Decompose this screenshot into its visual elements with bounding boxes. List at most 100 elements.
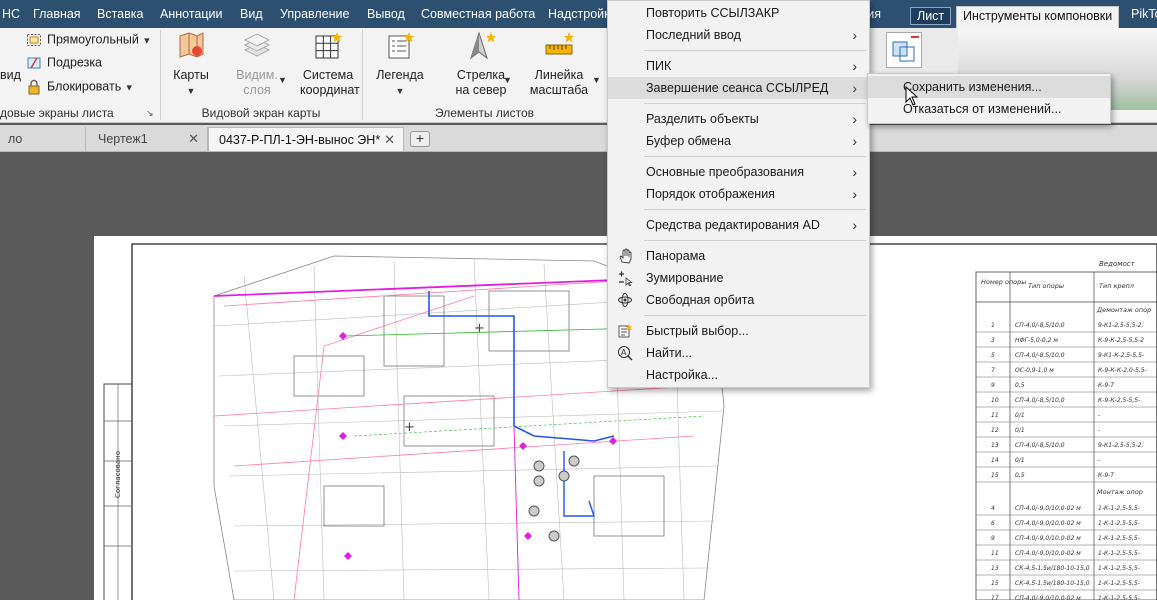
ribbon-tab-pikto[interactable]: PikTo	[1131, 5, 1157, 24]
maps-button[interactable]: Карты ▼	[168, 30, 214, 99]
doc-tab-label: Чертеж1	[98, 132, 148, 146]
table-header-3: Тип крепл	[1099, 282, 1134, 290]
zoom-icon	[619, 271, 633, 286]
doc-tab-label: 0437-Р-ПЛ-1-ЭН-вынос ЭН*	[219, 133, 381, 147]
ribbon-tab-output[interactable]: Вывод	[367, 5, 405, 24]
rectangular-label: Прямоугольный	[47, 32, 139, 47]
chevron-right-icon: ›	[852, 58, 857, 74]
context-menu-item[interactable]: Буфер обмена ›	[608, 130, 869, 152]
table-cell: 1	[991, 322, 995, 329]
doc-tab[interactable]: Чертеж1 ✕	[86, 127, 208, 151]
new-tab-button[interactable]: +	[410, 131, 430, 147]
table-cell: К-9-К-К-2,0-5,5-	[1098, 367, 1147, 374]
menu-item-label: Найти...	[646, 346, 693, 360]
chevron-right-icon: ›	[852, 217, 857, 233]
dropdown-caret-icon[interactable]: ▼	[278, 72, 287, 86]
close-icon[interactable]: ✕	[384, 128, 395, 152]
table-cell: 9	[991, 382, 995, 389]
close-icon[interactable]: ✕	[188, 127, 199, 151]
context-menu-item[interactable]: A Найти...	[608, 342, 869, 364]
lock-viewport-button[interactable]: Блокировать ▼	[26, 79, 134, 95]
rectangle-viewport-icon	[27, 34, 41, 46]
lock-label: Блокировать	[47, 79, 122, 94]
table-cell: 17	[991, 595, 999, 600]
panel-title-map-viewport: Видовой экран карты	[201, 106, 321, 120]
panel-launcher-icon[interactable]: ↘	[146, 108, 154, 119]
clip-viewport-button[interactable]: Подрезка	[26, 55, 102, 71]
menu-item-label: Разделить объекты	[646, 112, 759, 126]
context-menu-item[interactable]: Последний ввод ›	[608, 24, 869, 46]
context-menu-item[interactable]: Настройка...	[608, 364, 869, 386]
ribbon-tab-insert[interactable]: Вставка	[97, 5, 143, 24]
north-arrow-button[interactable]: Стрелка на север	[450, 30, 512, 98]
mouse-cursor-icon	[905, 86, 919, 106]
coordinate-system-button[interactable]: Система координат	[300, 30, 360, 98]
table-title: Ведомост	[1099, 260, 1136, 268]
table-section-2: Монтаж опор	[1097, 488, 1143, 496]
table-cell: 4	[991, 505, 995, 512]
ribbon-tab-layout[interactable]: Лист	[910, 7, 952, 25]
clip-label: Подрезка	[47, 55, 103, 70]
scale-bar-button[interactable]: Линейка масштаба	[528, 30, 590, 98]
svg-text:+: +	[404, 420, 415, 435]
context-menu-item[interactable]: Панорама	[608, 245, 869, 267]
doc-tab-active[interactable]: 0437-Р-ПЛ-1-ЭН-вынос ЭН* ✕	[208, 127, 404, 151]
context-menu-item[interactable]: Повторить ССЫЛЗАКР	[608, 2, 869, 24]
table-cell: 9	[991, 535, 995, 542]
named-view-button[interactable]: вид	[0, 68, 21, 82]
chevron-right-icon: ›	[852, 164, 857, 180]
ribbon-tab-annotate[interactable]: Аннотации	[160, 5, 222, 24]
svg-text:A: A	[621, 348, 627, 357]
chevron-right-icon: ›	[852, 111, 857, 127]
submenu-end-refedit: Сохранить изменения... Отказаться от изме…	[867, 73, 1111, 124]
ribbon-tab-home[interactable]: Главная	[33, 5, 81, 24]
context-menu-item[interactable]: Зумирование	[608, 267, 869, 289]
ribbon-tab-view[interactable]: Вид	[240, 5, 263, 24]
legend-button[interactable]: Легенда ▼	[372, 30, 428, 99]
doc-tab[interactable]: ло	[0, 127, 86, 151]
table-cell: 12	[991, 427, 999, 434]
pan-hand-icon	[619, 248, 632, 264]
table-cell: СП-4,0/-9,0/10,0-02 м	[1015, 505, 1081, 512]
ribbon-tab-addins[interactable]: Надстройк	[548, 5, 610, 24]
context-menu-item[interactable]: Разделить объекты ›	[608, 108, 869, 130]
table-cell: К-9-К-2,5-5,5-	[1098, 397, 1140, 404]
menu-separator	[644, 315, 866, 316]
context-menu-item[interactable]: ПИК ›	[608, 55, 869, 77]
north-arrow-label-2: на север	[455, 83, 507, 97]
visible-layers-label-2: слоя	[243, 83, 271, 97]
table-cell: 0,5	[1015, 382, 1025, 389]
context-menu-item[interactable]: Свободная орбита	[608, 289, 869, 311]
ribbon-tab-collaborate[interactable]: Совместная работа	[421, 5, 535, 24]
table-header-1: Номер опоры	[981, 278, 1026, 286]
context-menu-item[interactable]: Завершение сеанса ССЫЛРЕД ›	[608, 77, 869, 99]
menu-separator	[644, 50, 866, 51]
menu-item-label: ПИК	[646, 59, 672, 73]
ribbon-tab-layout-tools[interactable]: Инструменты компоновки	[956, 6, 1120, 28]
table-cell: 1-К-1-2,5-5,5-	[1098, 505, 1140, 512]
table-cell: К-9-К-2,5-5,5-2	[1098, 337, 1144, 344]
dropdown-caret-icon: ▼	[186, 86, 196, 96]
visible-layers-button[interactable]: Видим. слоя	[232, 30, 282, 98]
table-cell: СП-4,0/-8,5/10,0	[1015, 322, 1065, 329]
context-menu-item[interactable]: Основные преобразования ›	[608, 161, 869, 183]
rectangular-viewport-button[interactable]: Прямоугольный ▼	[26, 32, 151, 48]
context-menu-item[interactable]: Быстрый выбор...	[608, 320, 869, 342]
context-menu-item[interactable]: Порядок отображения ›	[608, 183, 869, 205]
viewport-tool-button[interactable]	[886, 32, 922, 68]
orbit-icon	[618, 293, 632, 307]
ribbon-tab-ns[interactable]: НС	[2, 5, 20, 24]
chevron-right-icon: ›	[852, 133, 857, 149]
ribbon-tab-manage[interactable]: Управление	[280, 5, 350, 24]
menu-item-label: Средства редактирования AD	[646, 218, 820, 232]
menu-item-label: Завершение сеанса ССЫЛРЕД	[646, 81, 829, 95]
table-cell: 1-К-1-2,5-5,5-	[1098, 520, 1140, 527]
dropdown-caret-icon[interactable]: ▼	[592, 72, 601, 86]
context-menu-item[interactable]: Средства редактирования AD ›	[608, 214, 869, 236]
table-cell: -	[1098, 457, 1100, 464]
dropdown-caret-icon[interactable]: ▼	[503, 72, 512, 86]
dropdown-caret-icon: ▼	[395, 86, 405, 96]
menu-separator	[644, 240, 866, 241]
north-arrow-icon	[470, 31, 496, 60]
menu-item-label: Последний ввод	[646, 28, 741, 42]
